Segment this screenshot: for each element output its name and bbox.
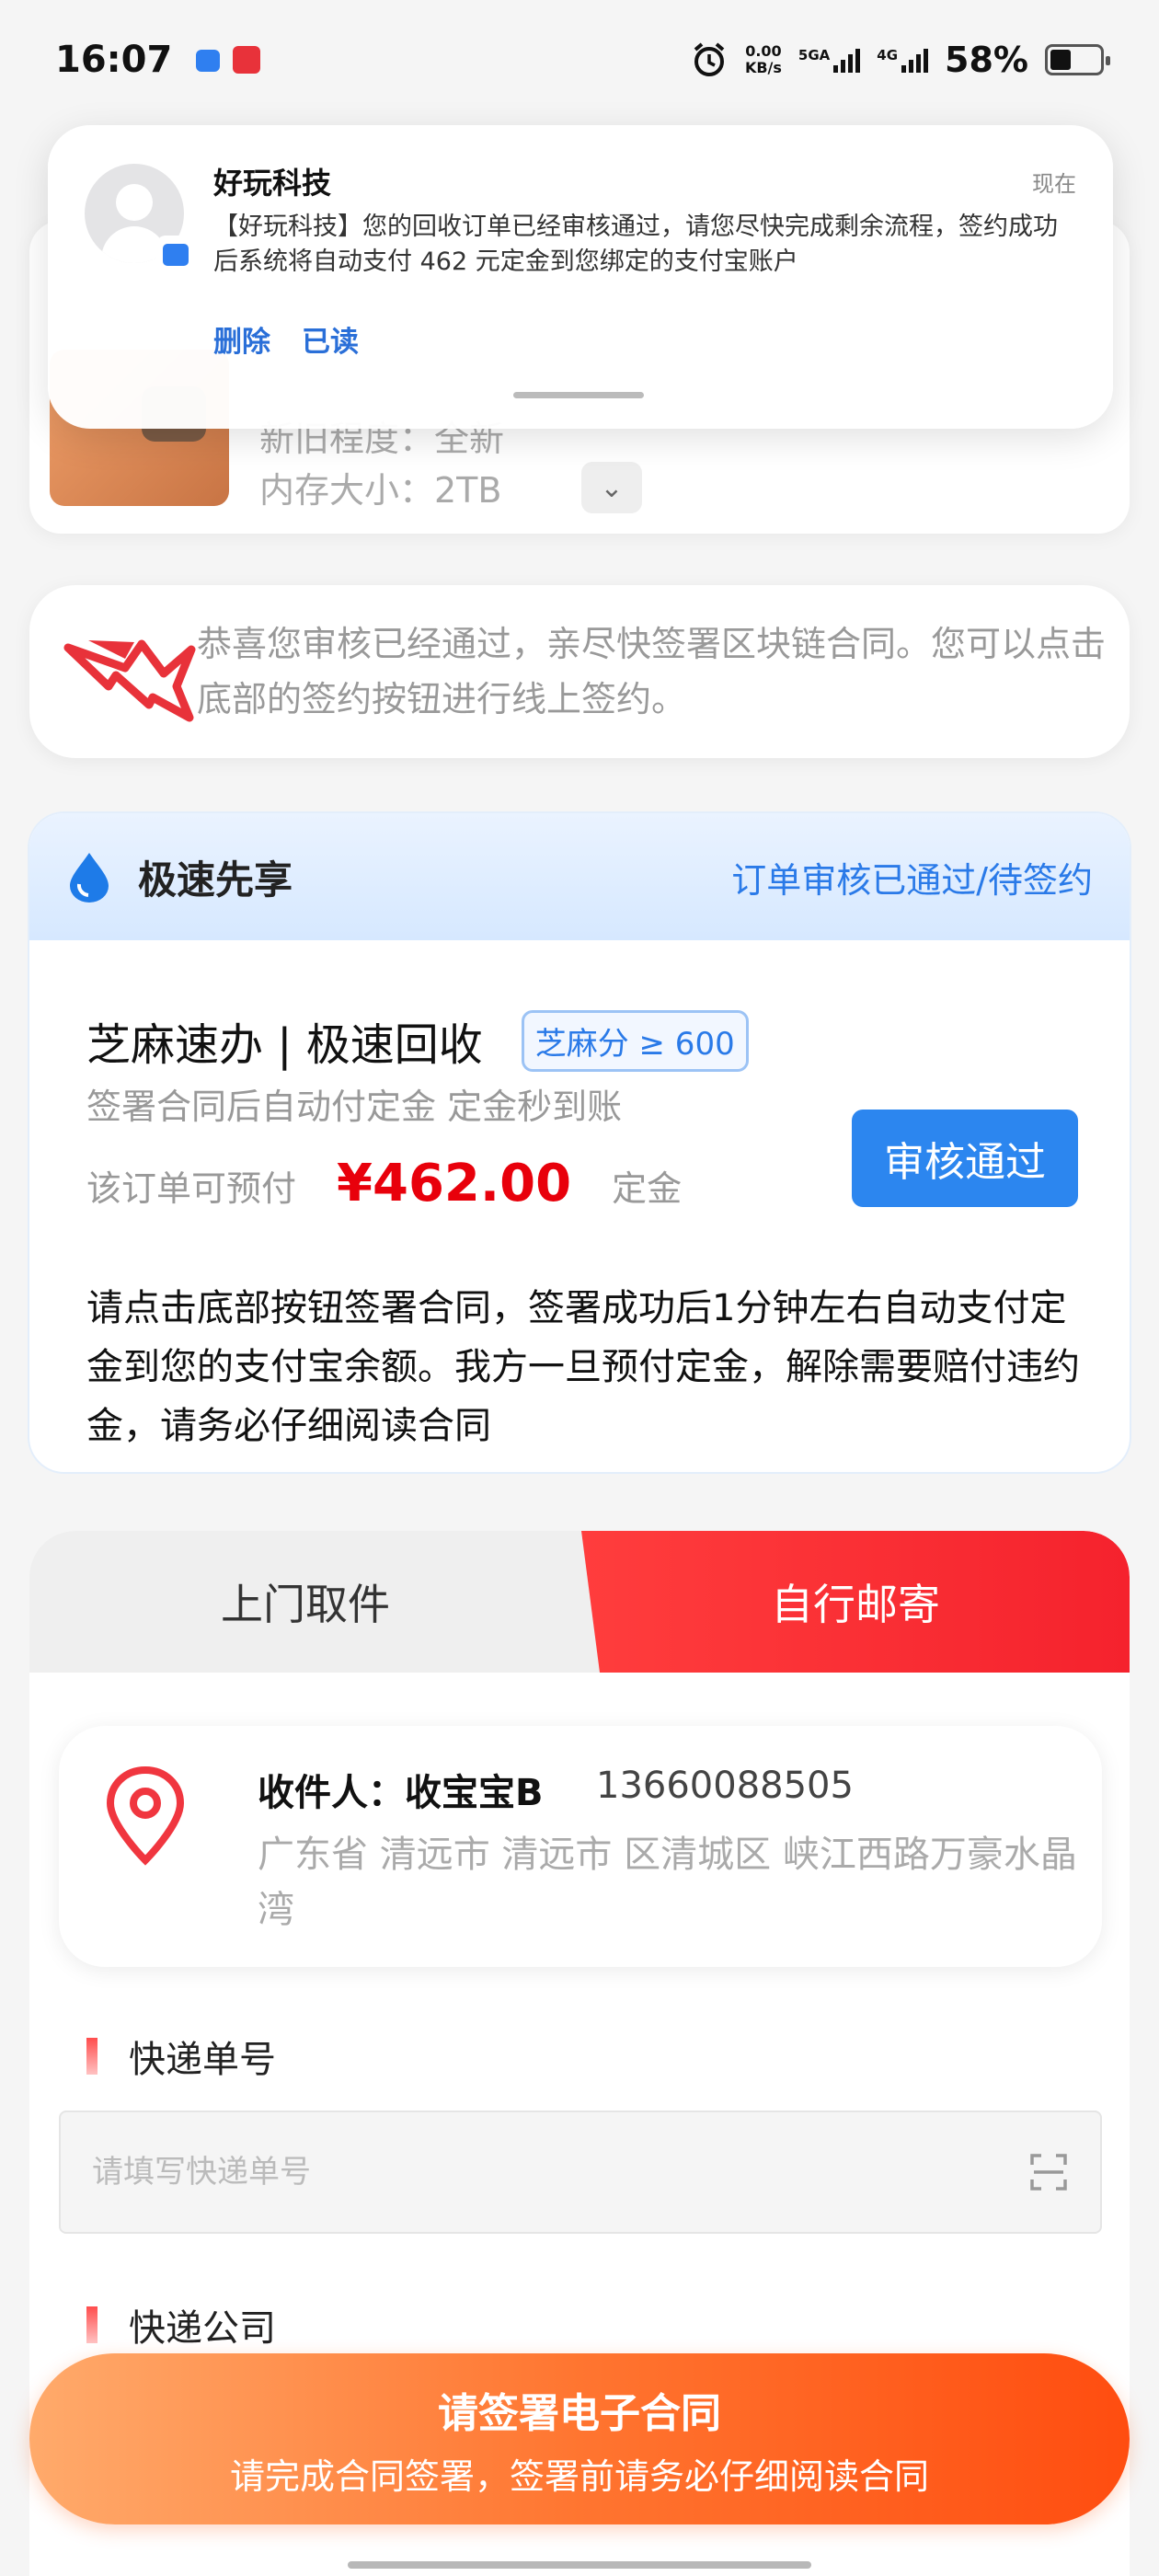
notification-banner[interactable]: 好玩科技 现在 【好玩科技】您的回收订单已经审核通过，请您尽快完成剩余流程，签约… — [48, 125, 1113, 429]
net-speed-unit: KB/s — [744, 59, 782, 76]
signal-sim1-label: 5GA — [798, 47, 831, 63]
status-time: 16:07 — [55, 39, 173, 81]
service-title: 芝麻速办 | 极速回收 — [86, 1019, 483, 1071]
delete-button[interactable]: 删除 — [213, 318, 270, 360]
status-bar: 16:07 0.00 KB/s 5GA 4G 58% — [0, 0, 1159, 120]
tracking-label: 快递单号 — [86, 2030, 276, 2083]
approval-tip-text: 恭喜您审核已经通过，亲尽快签署区块链合同。您可以点击底部的签约按钮进行线上签约。 — [197, 624, 1107, 719]
prepay-unit: 定金 — [612, 1168, 683, 1209]
receiver-name: 收件人：收宝宝B — [258, 1772, 544, 1814]
notification-time: 现在 — [1032, 171, 1076, 197]
tab-pickup[interactable]: 上门取件 — [29, 1531, 581, 1673]
company-label-text: 快递公司 — [129, 2307, 276, 2350]
notification-body: 【好玩科技】您的回收订单已经审核通过，请您尽快完成剩余流程，签约成功后系统将自动… — [213, 213, 1058, 276]
signal-sim1: 5GA — [798, 47, 861, 73]
chevron-down-icon: ⌄ — [600, 471, 624, 504]
credit-badge: 芝麻分 ≥ 600 — [521, 1009, 749, 1072]
notification-drag-handle[interactable] — [513, 392, 644, 398]
section-marker — [86, 2038, 98, 2075]
sign-contract-subtitle: 请完成合同签署，签署前请务必仔细阅读合同 — [229, 2455, 929, 2497]
tracking-input-box[interactable] — [59, 2110, 1102, 2234]
company-label: 快递公司 — [86, 2298, 276, 2352]
expand-button[interactable]: ⌄ — [581, 462, 642, 513]
sign-contract-button[interactable]: 请签署电子合同 请完成合同签署，签署前请务必仔细阅读合同 — [29, 2353, 1130, 2524]
message-app-icon — [156, 236, 195, 274]
approval-tip-card: 恭喜您审核已经通过，亲尽快签署区块链合同。您可以点击底部的签约按钮进行线上签约。 — [29, 585, 1130, 758]
gift-app-icon — [233, 46, 261, 74]
address-box[interactable]: 收件人：收宝宝B 13660088505 广东省 清远市 清远市 区清城区 峡江… — [59, 1726, 1102, 1967]
receiver-address: 广东省 清远市 清远市 区清城区 峡江西路万豪水晶湾 — [258, 1834, 1077, 1931]
page: 16:07 0.00 KB/s 5GA 4G 58% 新旧程度：全新 内存大小：… — [0, 0, 1159, 2576]
notification-title: 好玩科技 — [213, 166, 332, 201]
location-pin-icon — [106, 1765, 185, 1866]
notification-actions: 删除 已读 — [213, 318, 359, 360]
service-subtitle: 签署合同后自动付定金 定金秒到账 — [86, 1087, 623, 1127]
express-title: 极速先享 — [138, 857, 293, 903]
battery-icon — [1045, 44, 1110, 75]
status-app-icons — [196, 46, 261, 74]
signal-bars-icon — [833, 47, 861, 73]
prepay-label: 该订单可预付 — [86, 1168, 297, 1209]
express-card: 极速先享 订单审核已通过/待签约 芝麻速办 | 极速回收 芝麻分 ≥ 600 签… — [28, 811, 1131, 1474]
receiver-phone: 13660088505 — [596, 1765, 854, 1807]
order-status: 订单审核已通过/待签约 — [731, 859, 1093, 901]
tab-self-mail[interactable]: 自行邮寄 — [581, 1531, 1130, 1673]
express-header: 极速先享 订单审核已通过/待签约 — [29, 813, 1130, 940]
signal-sim2: 4G — [877, 47, 929, 73]
shipping-tabs: 上门取件 自行邮寄 — [29, 1531, 1130, 1673]
water-drop-icon — [70, 853, 109, 903]
home-indicator[interactable] — [348, 2561, 811, 2569]
prepay-amount: ¥462.00 — [337, 1154, 572, 1213]
mark-read-button[interactable]: 已读 — [302, 318, 359, 360]
approved-button[interactable]: 审核通过 — [852, 1110, 1078, 1207]
section-marker — [86, 2306, 98, 2343]
prepay-row: 该订单可预付 ¥462.00 定金 — [86, 1154, 682, 1213]
chat-app-icon — [196, 50, 221, 72]
zhima-row: 芝麻速办 | 极速回收 芝麻分 ≥ 600 — [86, 1008, 749, 1073]
status-right: 0.00 KB/s 5GA 4G 58% — [690, 40, 1110, 80]
sign-pen-icon — [63, 639, 196, 722]
product-storage: 内存大小：2TB — [259, 470, 502, 511]
sign-contract-title: 请签署电子合同 — [438, 2389, 721, 2437]
scan-icon[interactable] — [1028, 2152, 1069, 2192]
tracking-number-input[interactable] — [92, 2154, 1028, 2191]
express-description: 请点击底部按钮签署合同，签署成功后1分钟左右自动支付定金到您的支付宝余额。我方一… — [86, 1287, 1080, 1447]
net-speed-value: 0.00 — [745, 42, 782, 60]
net-speed: 0.00 KB/s — [745, 43, 782, 76]
signal-bars-icon — [901, 47, 929, 73]
alarm-icon — [694, 42, 725, 76]
battery-percent: 58% — [945, 40, 1028, 80]
signal-sim2-label: 4G — [877, 47, 899, 63]
tracking-label-text: 快递单号 — [129, 2039, 276, 2081]
